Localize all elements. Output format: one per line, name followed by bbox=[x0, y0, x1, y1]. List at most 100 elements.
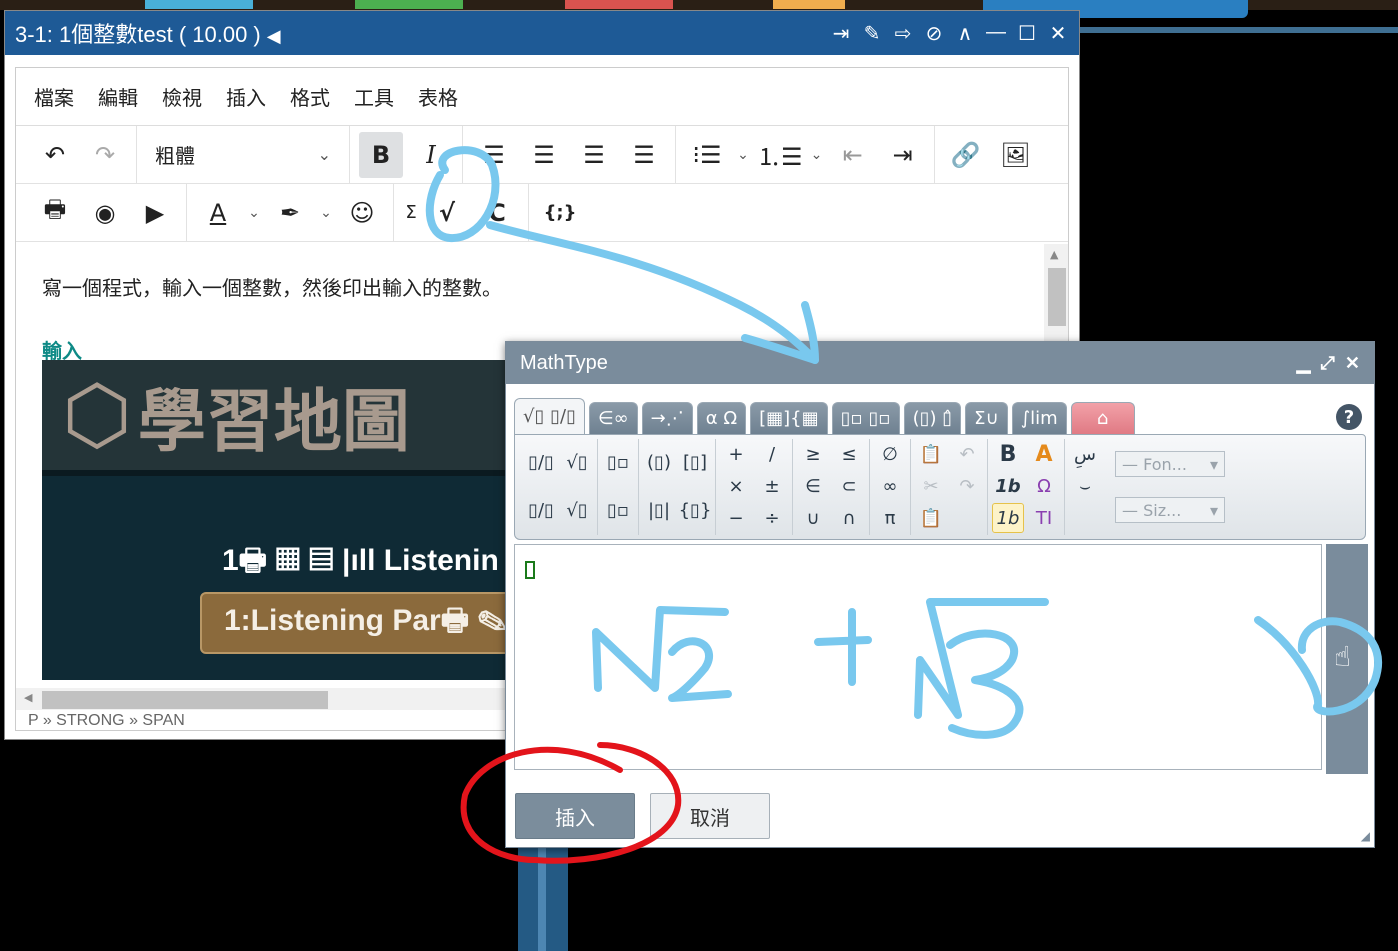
intersection-button[interactable]: ∩ bbox=[833, 503, 865, 533]
menu-tools[interactable]: 工具 bbox=[354, 82, 394, 111]
block-icon[interactable]: ⊘ bbox=[923, 21, 945, 46]
emoji-icon[interactable]: ☺ bbox=[340, 190, 384, 236]
copy-icon[interactable]: 📋 bbox=[915, 439, 947, 469]
maximize-icon[interactable]: ☐ bbox=[1016, 21, 1038, 46]
fraction-button[interactable]: ▯/▯ bbox=[525, 439, 557, 485]
pi-button[interactable]: π bbox=[874, 503, 906, 533]
element-of-button[interactable]: ∈ bbox=[797, 471, 829, 501]
help-icon[interactable]: ? bbox=[1336, 404, 1362, 430]
logout-icon[interactable]: ⇨ bbox=[892, 21, 914, 46]
chevron-down-icon[interactable]: ⌄ bbox=[243, 190, 265, 236]
greater-equal-button[interactable]: ≥ bbox=[797, 439, 829, 469]
login-icon[interactable]: ⇥ bbox=[830, 21, 852, 46]
nth-root-button[interactable]: √▯ bbox=[561, 487, 593, 533]
chevron-down-icon[interactable]: ⌄ bbox=[732, 132, 754, 178]
union-button[interactable]: ∪ bbox=[797, 503, 829, 533]
tab-matrices[interactable]: [▦]{▦ bbox=[750, 402, 828, 434]
absolute-value-button[interactable]: |▯| bbox=[643, 487, 675, 533]
align-right-icon[interactable]: ☰ bbox=[572, 132, 616, 178]
empty-set-button[interactable]: ∅ bbox=[874, 439, 906, 469]
preview-icon[interactable]: ◉ bbox=[83, 190, 127, 236]
link-icon[interactable]: 🔗 bbox=[944, 132, 988, 178]
undo-icon[interactable]: ↶ bbox=[33, 132, 77, 178]
expand-icon[interactable]: ⤢ bbox=[1321, 353, 1335, 374]
cancel-button[interactable]: 取消 bbox=[650, 793, 770, 839]
scroll-up-icon[interactable]: ▲ bbox=[1050, 248, 1058, 261]
minus-button[interactable]: − bbox=[720, 503, 752, 533]
curly-braces-button[interactable]: {▯} bbox=[679, 487, 712, 533]
special-character-icon[interactable]: Ω bbox=[1028, 471, 1060, 501]
parentheses-button[interactable]: (▯) bbox=[643, 439, 675, 485]
infinity-button[interactable]: ∞ bbox=[874, 471, 906, 501]
tab-symbols[interactable]: ∈∞ bbox=[588, 402, 638, 434]
plus-minus-button[interactable]: ± bbox=[756, 471, 788, 501]
square-brackets-button[interactable]: [▯] bbox=[679, 439, 711, 485]
tab-big-operators[interactable]: Σ∪ bbox=[965, 402, 1008, 434]
code-sample-icon[interactable]: {;} bbox=[538, 190, 582, 236]
font-format-select[interactable]: 粗體 ⌄ bbox=[143, 132, 343, 178]
cut-icon[interactable]: ✂ bbox=[915, 471, 947, 501]
close-icon[interactable]: ✕ bbox=[1345, 353, 1360, 374]
menu-edit[interactable]: 編輯 bbox=[98, 82, 138, 111]
menu-view[interactable]: 檢視 bbox=[162, 82, 202, 111]
bevelled-fraction-button[interactable]: ▯/▯ bbox=[525, 487, 557, 533]
italic-button[interactable]: 1b bbox=[992, 471, 1024, 501]
chevron-up-icon[interactable]: ∧ bbox=[954, 21, 976, 46]
chemtype-icon[interactable]: C bbox=[475, 190, 519, 236]
image-icon[interactable]: 🖼 bbox=[994, 132, 1038, 178]
outdent-icon[interactable]: ⇤ bbox=[831, 132, 875, 178]
menu-insert[interactable]: 插入 bbox=[226, 82, 266, 111]
bold-button[interactable]: B bbox=[992, 439, 1024, 469]
scroll-thumb[interactable] bbox=[42, 691, 328, 709]
media-icon[interactable]: ▶ bbox=[133, 190, 177, 236]
edit-icon[interactable]: ✎ bbox=[861, 21, 883, 46]
text-mode-icon[interactable]: TI bbox=[1028, 503, 1060, 533]
menu-table[interactable]: 表格 bbox=[418, 82, 458, 111]
print-icon[interactable]: 🖶 bbox=[33, 190, 77, 236]
chevron-down-icon[interactable]: ⌄ bbox=[315, 190, 337, 236]
minimize-icon[interactable]: ▁ bbox=[1297, 353, 1311, 374]
tab-calculus[interactable]: ∫lim bbox=[1011, 402, 1067, 434]
mathtype-titlebar[interactable]: MathType ▁ ⤢ ✕ bbox=[506, 342, 1374, 384]
minimize-icon[interactable]: — bbox=[985, 21, 1007, 46]
tab-arrows[interactable]: →⋰ bbox=[641, 402, 693, 434]
subset-button[interactable]: ⊂ bbox=[833, 471, 865, 501]
formula-input[interactable] bbox=[514, 544, 1322, 770]
close-icon[interactable]: ✕ bbox=[1047, 21, 1069, 46]
scroll-left-icon[interactable]: ◀ bbox=[24, 691, 32, 704]
bullet-list-icon[interactable]: ⁝☰ bbox=[685, 132, 729, 178]
auto-italic-button[interactable]: 1b bbox=[992, 503, 1024, 533]
font-color-icon[interactable]: A bbox=[1028, 439, 1060, 469]
editor-titlebar[interactable]: 3-1: 1個整數test ( 10.00 ) ◀ ⇥ ✎ ⇨ ⊘ ∧ — ☐ ✕ bbox=[5, 11, 1079, 55]
align-justify-icon[interactable]: ☰ bbox=[622, 132, 666, 178]
align-left-icon[interactable]: ☰ bbox=[472, 132, 516, 178]
font-family-select[interactable]: — Fon... ▾ bbox=[1115, 451, 1225, 477]
rtl-icon[interactable]: سِ bbox=[1069, 439, 1101, 469]
times-button[interactable]: × bbox=[720, 471, 752, 501]
tab-greek[interactable]: α Ω bbox=[696, 402, 747, 434]
indent-icon[interactable]: ⇥ bbox=[881, 132, 925, 178]
mathtype-icon[interactable]: √ bbox=[425, 190, 469, 236]
highlight-icon[interactable]: ✒ bbox=[268, 190, 312, 236]
tab-decorations[interactable]: (▯) ▯̂ bbox=[903, 402, 962, 434]
chevron-down-icon[interactable]: ⌄ bbox=[806, 132, 828, 178]
plus-button[interactable]: + bbox=[720, 439, 752, 469]
tab-scripts[interactable]: ▯▫ ▯▫ bbox=[831, 402, 900, 434]
subscript-button[interactable]: ▯▫ bbox=[602, 487, 634, 533]
redo-icon[interactable]: ↷ bbox=[951, 471, 983, 501]
italic-button[interactable]: I bbox=[409, 132, 453, 178]
numbered-list-icon[interactable]: ⒈☰ bbox=[757, 132, 803, 178]
handwriting-toggle[interactable]: ☝ bbox=[1326, 544, 1368, 774]
align-center-icon[interactable]: ☰ bbox=[522, 132, 566, 178]
horizontal-scrollbar[interactable]: ◀ bbox=[16, 688, 516, 710]
scroll-thumb[interactable] bbox=[1048, 268, 1066, 326]
less-equal-button[interactable]: ≤ bbox=[833, 439, 865, 469]
divide-button[interactable]: ÷ bbox=[756, 503, 788, 533]
menu-file[interactable]: 檔案 bbox=[34, 82, 74, 111]
font-size-select[interactable]: — Siz... ▾ bbox=[1115, 497, 1225, 523]
text-color-icon[interactable]: A bbox=[196, 190, 240, 236]
speaker-icon[interactable]: ◀ bbox=[267, 26, 281, 46]
bold-button[interactable]: B bbox=[359, 131, 403, 178]
undo-icon[interactable]: ↶ bbox=[951, 439, 983, 469]
insert-button[interactable]: 插入 bbox=[515, 793, 635, 839]
